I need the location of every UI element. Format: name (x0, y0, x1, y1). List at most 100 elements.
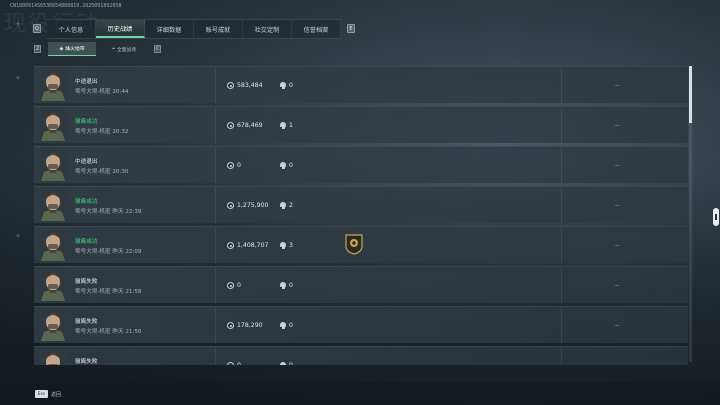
column-divider (215, 187, 216, 223)
column-divider (215, 67, 216, 103)
extra-info: -- (615, 362, 619, 365)
subtab-label: 全面战场 (116, 47, 137, 53)
coin-icon (227, 362, 234, 365)
match-row[interactable]: 撤离成功 零号大坝-机密 昨天 22:09 1,408,707 3 -- (34, 226, 688, 263)
kill-count-text: 0 (289, 162, 293, 169)
column-divider (215, 307, 216, 343)
tab-personal-info[interactable]: 个人信息 (47, 20, 96, 38)
kill-count: 0 (280, 162, 293, 169)
esc-key-hint[interactable]: Esc (35, 390, 48, 398)
coin-icon (227, 82, 234, 89)
column-divider (215, 227, 216, 263)
loot-value: 1,408,707 (227, 242, 269, 249)
tab-social-custom[interactable]: 社交定制 (243, 20, 292, 38)
extra-info: -- (615, 202, 620, 209)
column-divider (215, 107, 216, 143)
loot-value: 583,484 (227, 82, 263, 89)
loot-value: 0 (227, 362, 241, 365)
match-map-time: 零号大坝-机密 昨天 22:09 (75, 249, 142, 255)
skull-icon (280, 282, 286, 289)
match-map-time: 零号大坝-机密 昨天 21:50 (75, 329, 142, 335)
column-divider (561, 307, 562, 343)
match-row[interactable]: 撤离成功 零号大坝-机密 昨天 22:39 1,275,900 2 -- (34, 186, 688, 223)
subtab-hazard-zone[interactable]: ◈ 烽火地带 (48, 42, 96, 56)
kill-count-text: 1 (289, 122, 293, 129)
kill-count-text: 0 (289, 282, 293, 289)
column-divider (561, 187, 562, 223)
kill-count: 1 (280, 122, 293, 129)
operator-avatar (39, 110, 67, 141)
skull-icon (280, 122, 286, 129)
subtab-label: 烽火地带 (65, 47, 85, 52)
scrollbar-thumb[interactable] (689, 66, 692, 123)
key-hint-next-tab[interactable]: E (347, 24, 355, 33)
column-divider (561, 147, 562, 183)
extra-info: -- (615, 322, 620, 329)
tab-credit-record[interactable]: 信誉档案 (292, 20, 341, 38)
match-row[interactable]: 中途退出 零号大坝-机密 20:44 583,484 0 -- (34, 66, 688, 103)
loot-value-text: 678,469 (237, 122, 263, 129)
skull-icon (280, 362, 286, 365)
back-label[interactable]: 返回 (51, 391, 61, 398)
match-map-time: 零号大坝-机密 昨天 21:58 (75, 289, 142, 295)
key-hint-prev-subtab[interactable]: Z (34, 45, 41, 53)
loot-value-text: 0 (237, 282, 241, 289)
coin-icon (227, 122, 234, 129)
loot-value: 0 (227, 282, 241, 289)
kill-count-text: 0 (289, 82, 293, 89)
tab-achievements[interactable]: 账号成就 (194, 20, 243, 38)
scrollbar[interactable] (689, 66, 692, 362)
main-tabs: 个人信息 历史战绩 详细数据 账号成就 社交定制 信誉档案 (47, 19, 341, 39)
match-status: 撤离成功 (75, 239, 98, 245)
key-hint-next-subtab[interactable]: C (154, 45, 161, 53)
coin-icon (227, 202, 234, 209)
operator-avatar (39, 310, 67, 341)
match-row[interactable]: 撤离失败 零号大坝-机密 昨天 21:50 178,290 0 -- (34, 306, 688, 343)
match-map-time: 零号大坝-机密 20:44 (75, 89, 129, 95)
loot-value: 0 (227, 162, 241, 169)
tab-detailed-stats[interactable]: 详细数据 (145, 20, 194, 38)
loot-value-text: 1,408,707 (237, 242, 269, 249)
kill-count: 2 (280, 202, 293, 209)
column-divider (561, 347, 562, 365)
loot-value: 678,469 (227, 122, 263, 129)
extra-info: -- (615, 242, 620, 249)
match-status: 撤离成功 (75, 199, 98, 205)
loot-value-text: 178,290 (237, 322, 263, 329)
operator-avatar (39, 150, 67, 181)
skull-icon (280, 322, 286, 329)
match-row[interactable]: 撤离失败 0 0 -- (34, 346, 688, 365)
mode-icon: ⌖ (111, 46, 115, 52)
loot-value-text: 0 (237, 162, 241, 169)
kill-count: 0 (280, 322, 293, 329)
match-map-time: 零号大坝-机密 昨天 22:39 (75, 209, 142, 215)
match-history-list: 中途退出 零号大坝-机密 20:44 583,484 0 -- 撤离成功 零号大… (34, 64, 688, 365)
subtab-full-battle[interactable]: ⌖ 全面战场 (100, 42, 148, 56)
skull-icon (280, 242, 286, 249)
column-divider (561, 67, 562, 103)
column-divider (561, 227, 562, 263)
coin-icon (227, 322, 234, 329)
loot-value: 1,275,900 (227, 202, 269, 209)
achievement-badge-icon[interactable] (345, 233, 363, 255)
loot-value-text: 0 (237, 362, 241, 365)
column-divider (215, 347, 216, 365)
match-status: 中途退出 (75, 79, 98, 85)
match-row[interactable]: 撤离失败 零号大坝-机密 昨天 21:58 0 0 -- (34, 266, 688, 303)
kill-count-text: 2 (289, 202, 293, 209)
column-divider (215, 147, 216, 183)
loot-value-text: 583,484 (237, 82, 263, 89)
kill-count: 0 (280, 82, 293, 89)
key-hint-prev-tab[interactable]: Q (33, 24, 41, 33)
match-row[interactable]: 撤离成功 零号大坝-机密 20:32 678,469 1 -- (34, 106, 688, 143)
tab-match-history[interactable]: 历史战绩 (96, 20, 145, 38)
extra-info: -- (615, 282, 620, 289)
column-divider (561, 267, 562, 303)
match-row[interactable]: 中途退出 零号大坝-机密 20:30 0 0 -- (34, 146, 688, 183)
operator-avatar (39, 270, 67, 301)
side-panel-handle[interactable] (713, 208, 719, 226)
corner-cross-icon: + (15, 74, 21, 82)
match-map-time: 零号大坝-机密 20:32 (75, 129, 129, 135)
extra-info: -- (615, 82, 620, 89)
extra-info: -- (615, 122, 620, 129)
